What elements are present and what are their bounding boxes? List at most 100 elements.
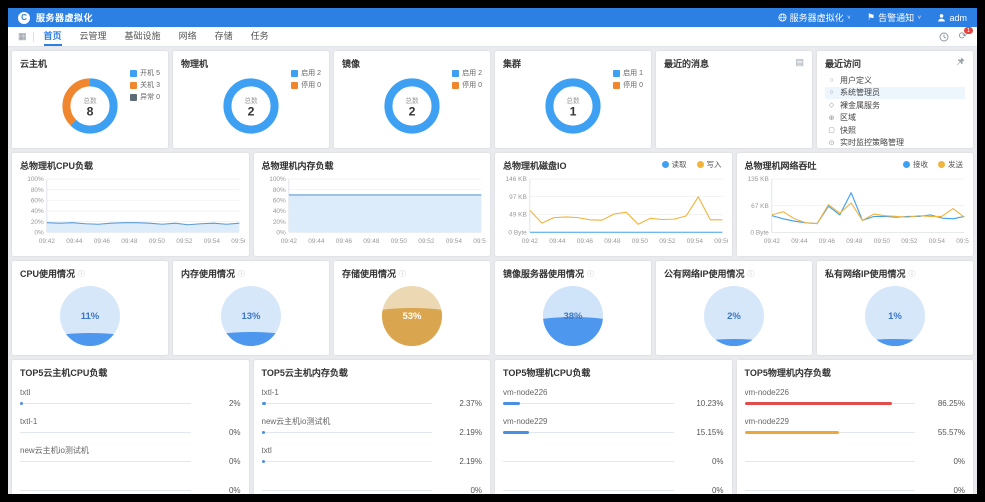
recent-visit-icon: ⊕ [827, 114, 836, 122]
info-icon[interactable]: ⓘ [909, 269, 916, 279]
recent-visit-label: 区域 [840, 112, 856, 123]
legend-dot [903, 161, 910, 168]
top5-label [745, 446, 966, 455]
recent-visit-label: 快照 [840, 125, 856, 136]
region-selector[interactable]: 服务器虚拟化 ∨ [778, 11, 851, 24]
legend-swatch [452, 70, 459, 77]
recent-visit-label: 系统管理员 [840, 87, 880, 98]
summary-card-physical-host: 物理机 启用 2停用 0 总数2 [173, 51, 329, 148]
info-icon[interactable]: ⓘ [399, 269, 406, 279]
svg-text:09:50: 09:50 [873, 238, 890, 245]
top5-row: 0% [262, 475, 483, 494]
legend-item[interactable]: 启用 2 [452, 68, 482, 78]
chart-legend-item[interactable]: 接收 [903, 159, 928, 170]
gauge-card-public-ip: 公有网络IP使用情况ⓘ 2% [656, 261, 812, 355]
liquid-gauge: 11% [60, 286, 120, 346]
gauge-value: 2% [704, 286, 764, 346]
legend-swatch [613, 82, 620, 89]
svg-text:09:56: 09:56 [473, 238, 486, 245]
pin-icon[interactable] [956, 57, 965, 67]
top5-card-host-cpu: TOP5物理机CPU负载 vm-node22610.23%vm-node2291… [495, 360, 732, 494]
top5-label: txtl [20, 388, 241, 397]
globe-icon [778, 13, 787, 22]
chart-legend-item[interactable]: 读取 [662, 159, 687, 170]
history-clock-icon[interactable] [939, 32, 949, 42]
info-icon[interactable]: ⓘ [748, 269, 755, 279]
legend-item[interactable]: 关机 3 [130, 80, 160, 90]
user-menu[interactable]: adm [937, 13, 967, 23]
nav-item-2[interactable]: 基础设施 [125, 27, 161, 46]
nav-item-0[interactable]: 首页 [44, 27, 62, 46]
svg-text:09:48: 09:48 [121, 238, 138, 245]
nav-item-3[interactable]: 网络 [179, 27, 197, 46]
svg-text:09:56: 09:56 [231, 238, 244, 245]
summary-card-image: 镜像 启用 2停用 0 总数2 [334, 51, 490, 148]
divider [33, 32, 34, 42]
info-icon[interactable]: ⓘ [238, 269, 245, 279]
legend-item[interactable]: 启用 2 [291, 68, 321, 78]
svg-text:80%: 80% [31, 187, 44, 194]
chart-legend-item[interactable]: 发送 [938, 159, 963, 170]
top5-label: new云主机io测试机 [262, 417, 483, 426]
info-icon[interactable]: ⓘ [587, 269, 594, 279]
recent-visit-link[interactable]: ▢快照 [825, 124, 965, 137]
top5-card-host-memory: TOP5物理机内存负载 vm-node22686.25%vm-node22955… [737, 360, 974, 494]
top5-row: txtl-12.37% [262, 388, 483, 408]
legend-item[interactable]: 停用 0 [291, 80, 321, 90]
recent-visit-link[interactable]: ⊕ 区域 [825, 112, 965, 125]
liquid-gauge: 38% [543, 286, 603, 346]
legend-item[interactable]: 开机 5 [130, 68, 160, 78]
legend-swatch [130, 70, 137, 77]
top5-label [262, 475, 483, 484]
top5-value: 2% [199, 399, 241, 408]
top5-value: 2.19% [440, 428, 482, 437]
svg-text:09:46: 09:46 [335, 238, 352, 245]
gauge-title: 公有网络IP使用情况 [664, 267, 745, 280]
legend-item[interactable]: 异常 0 [130, 92, 160, 102]
top5-label: vm-node229 [745, 417, 966, 426]
top5-value: 2.19% [440, 457, 482, 466]
recent-visit-link[interactable]: ◇裸金属服务 [825, 99, 965, 112]
top5-track [20, 431, 191, 434]
recent-visit-link[interactable]: ○系统管理员 [825, 87, 965, 100]
svg-text:0 Byte: 0 Byte [508, 230, 527, 237]
recent-visit-label: 用户定义 [840, 75, 872, 86]
top5-track [20, 460, 191, 463]
legend-item[interactable]: 启用 1 [613, 68, 643, 78]
cpu-load-chart: 0%20%40%60%80%100%09:4209:4409:4609:4809… [16, 171, 245, 254]
svg-text:09:48: 09:48 [363, 238, 380, 245]
message-list-icon[interactable]: ▤ [795, 57, 804, 68]
legend-label: 开机 5 [140, 68, 160, 78]
app-logo-icon: C [18, 12, 30, 24]
top5-row: 0% [745, 475, 966, 494]
app-window: C 服务器虚拟化 服务器虚拟化 ∨ ⚑ 告警通知 ∨ adm ▦ 首页云管理基础… [8, 8, 977, 494]
legend-dot [697, 161, 704, 168]
gauge-title: 内存使用情况 [181, 267, 235, 280]
alarm-label: 告警通知 [878, 11, 914, 24]
recent-visit-link[interactable]: ⊙实时监控策略管理 [825, 137, 965, 149]
refresh-button[interactable]: ⟳ 1 [959, 31, 967, 42]
legend-swatch [452, 82, 459, 89]
svg-text:09:56: 09:56 [714, 238, 727, 245]
legend-item[interactable]: 停用 0 [613, 80, 643, 90]
apps-grid-icon[interactable]: ▦ [18, 31, 27, 42]
top5-value: 10.23% [682, 399, 724, 408]
chart-legend-item[interactable]: 写入 [697, 159, 722, 170]
top5-bar [503, 431, 529, 434]
summary-card-cluster: 集群 启用 1停用 0 总数1 [495, 51, 651, 148]
top5-value: 2.37% [440, 399, 482, 408]
legend-item[interactable]: 停用 0 [452, 80, 482, 90]
svg-text:67 KB: 67 KB [751, 203, 769, 210]
gauge-title: CPU使用情况 [20, 267, 75, 280]
top5-value: 0% [923, 486, 965, 494]
nav-item-4[interactable]: 存储 [215, 27, 233, 46]
legend-label: 停用 0 [301, 80, 321, 90]
alarm-menu[interactable]: ⚑ 告警通知 ∨ [867, 11, 922, 24]
nav-item-1[interactable]: 云管理 [80, 27, 107, 46]
top5-track [262, 431, 433, 434]
recent-visit-link[interactable]: ○用户定义 [825, 74, 965, 87]
nav-item-5[interactable]: 任务 [251, 27, 269, 46]
card-title: 最近的消息 [664, 57, 804, 70]
svg-text:60%: 60% [272, 198, 285, 205]
info-icon[interactable]: ⓘ [78, 269, 85, 279]
